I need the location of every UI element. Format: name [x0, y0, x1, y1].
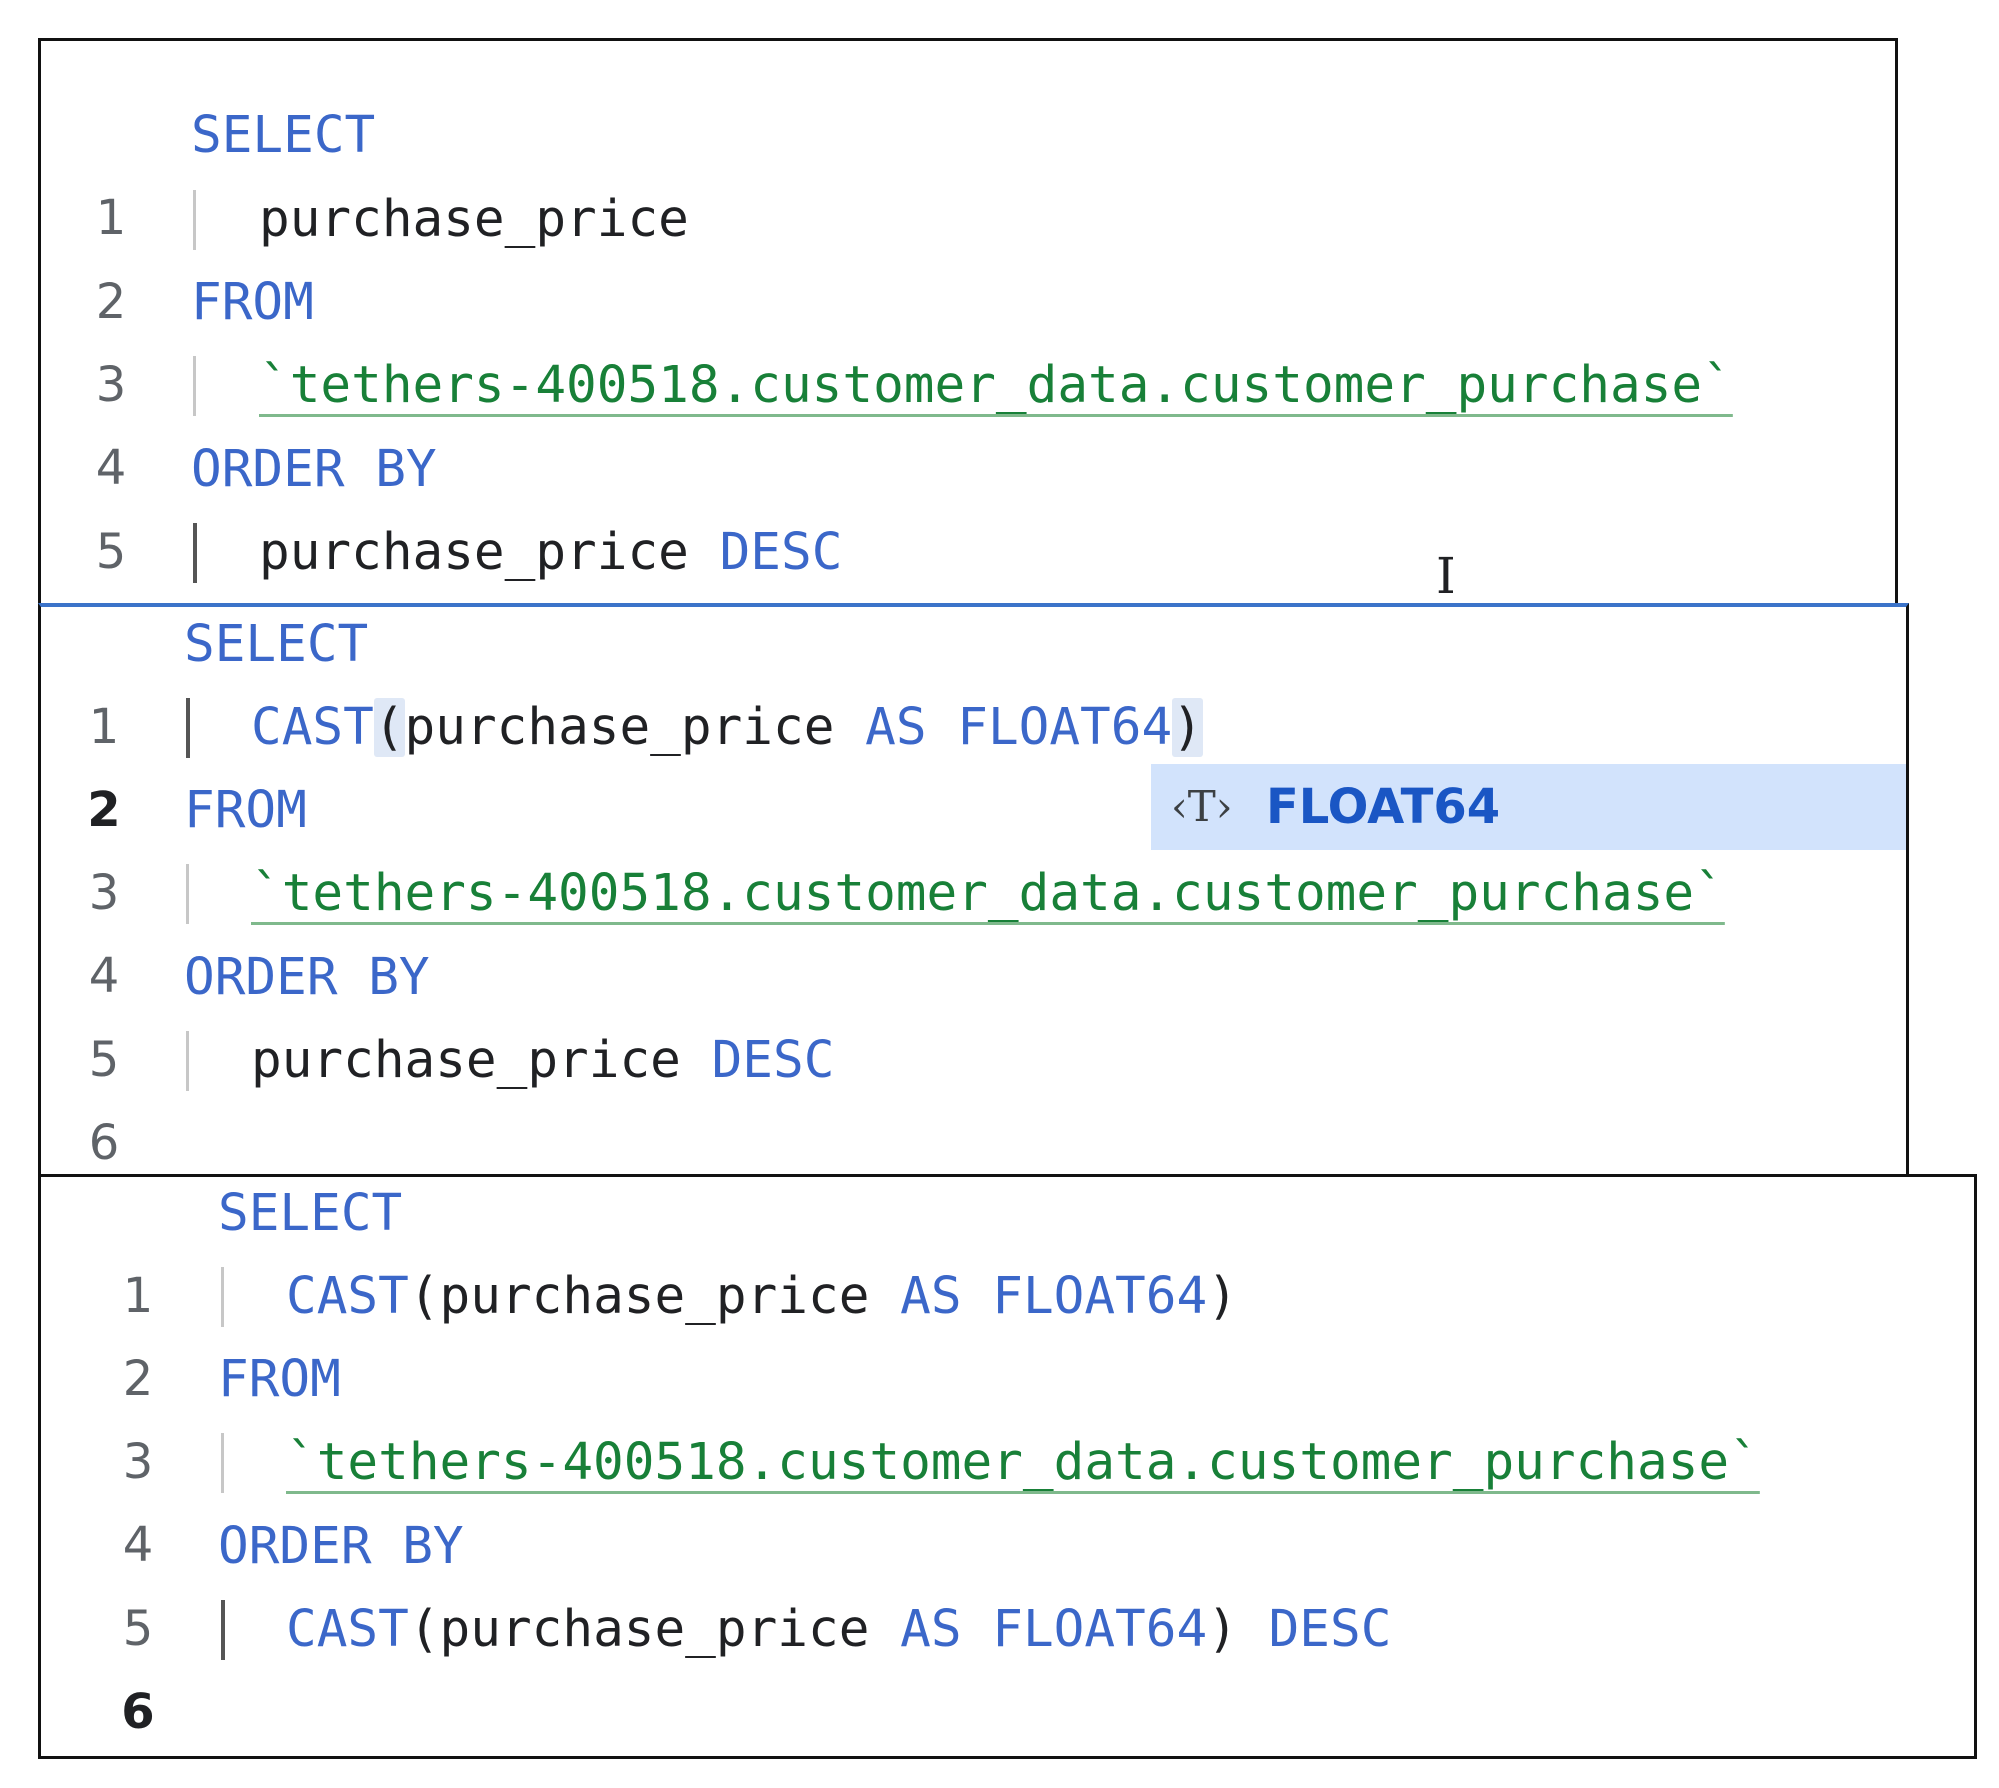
- column-identifier: purchase_price: [439, 1600, 901, 1659]
- close-paren: ): [1207, 1267, 1238, 1326]
- code-line-5[interactable]: 5 ORDER BY: [41, 428, 1895, 580]
- keyword-as-type: AS FLOAT64: [865, 698, 1173, 757]
- code-line-5[interactable]: 5 ORDER BY: [41, 1505, 1974, 1657]
- column-identifier: purchase_price: [259, 190, 689, 249]
- code-line-4[interactable]: 4 `tethers-400518.customer_data.customer…: [41, 852, 1906, 1004]
- code-line-3[interactable]: 3 FROM: [41, 1338, 1974, 1490]
- keyword-from: FROM: [184, 781, 307, 840]
- order-expression: CAST(purchase_price AS FLOAT64) DESC: [286, 1588, 1391, 1671]
- keyword-as-type: AS FLOAT64: [900, 1267, 1208, 1326]
- indent-guide: [221, 1600, 225, 1660]
- keyword-order-by: ORDER BY: [184, 948, 430, 1007]
- line-number: 6: [88, 1115, 120, 1171]
- open-paren: (: [408, 1267, 440, 1326]
- cast-expression: CAST(purchase_price AS FLOAT64): [251, 686, 1203, 769]
- keyword-select: SELECT: [191, 106, 376, 165]
- column-identifier: purchase_price: [404, 698, 866, 757]
- code-line-1[interactable]: 1 SELECT: [41, 1177, 1974, 1324]
- close-paren: ): [1207, 1600, 1238, 1659]
- table-reference-string: `tethers-400518.customer_data.customer_p…: [251, 864, 1725, 923]
- function-cast: CAST: [286, 1267, 409, 1326]
- code-line-3[interactable]: 3 FROM: [41, 261, 1895, 413]
- keyword-select: SELECT: [218, 1184, 403, 1243]
- code-line-6[interactable]: 6 CAST(purchase_price AS FLOAT64) DESC: [41, 1588, 1974, 1740]
- function-cast: CAST: [251, 698, 374, 757]
- line-number: 6: [121, 1684, 155, 1740]
- keyword-order-by: ORDER BY: [191, 440, 437, 499]
- indent-guide: [186, 864, 189, 924]
- open-paren: (: [408, 1600, 440, 1659]
- function-cast: CAST: [286, 1600, 409, 1659]
- keyword-from: FROM: [218, 1350, 341, 1409]
- code-line-2[interactable]: 2 CAST(purchase_price AS FLOAT64): [41, 686, 1906, 838]
- code-line-5[interactable]: 5 ORDER BY: [41, 936, 1906, 1088]
- indent-guide: [193, 190, 196, 250]
- indent-guide: [186, 698, 190, 758]
- code-line-4[interactable]: 4 `tethers-400518.customer_data.customer…: [41, 1421, 1974, 1573]
- keyword-desc: DESC: [688, 523, 843, 582]
- indent-guide: [221, 1267, 224, 1327]
- column-identifier: purchase_price: [439, 1267, 901, 1326]
- keyword-desc: DESC: [680, 1031, 835, 1090]
- indent-guide: [193, 356, 196, 416]
- type-icon: ‹T›: [1171, 782, 1233, 831]
- close-paren: ): [1172, 698, 1203, 757]
- code-line-1[interactable]: 1 SELECT: [41, 94, 1895, 246]
- open-paren: (: [373, 698, 405, 757]
- code-editor-panel-2[interactable]: 1 SELECT 2 CAST(purchase_price AS FLOAT6…: [38, 603, 1909, 1177]
- code-line-6[interactable]: 6 purchase_price DESC: [41, 511, 1895, 594]
- table-reference-string: `tethers-400518.customer_data.customer_p…: [259, 356, 1733, 415]
- keyword-order-by: ORDER BY: [218, 1517, 464, 1576]
- code-editor-panel-1[interactable]: 1 SELECT 2 purchase_price 3 FROM 4 `teth…: [38, 38, 1898, 606]
- indent-guide: [221, 1433, 224, 1493]
- order-expression: purchase_price DESC: [251, 1019, 834, 1102]
- indent-guide: [193, 523, 197, 583]
- autocomplete-suggestion[interactable]: ‹T› FLOAT64: [1151, 764, 1906, 850]
- indent-guide: [186, 1031, 189, 1091]
- column-identifier: purchase_price: [259, 523, 689, 582]
- code-editor-panel-3[interactable]: 1 SELECT 2 CAST(purchase_price AS FLOAT6…: [38, 1174, 1977, 1759]
- code-line-1[interactable]: 1 SELECT: [41, 607, 1906, 755]
- keyword-from: FROM: [191, 273, 314, 332]
- suggestion-label: FLOAT64: [1266, 779, 1501, 835]
- text-cursor-icon: I: [1436, 547, 1456, 605]
- code-line-2[interactable]: 2 CAST(purchase_price AS FLOAT64): [41, 1255, 1974, 1407]
- keyword-desc: DESC: [1237, 1600, 1392, 1659]
- code-line-4[interactable]: 4 `tethers-400518.customer_data.customer…: [41, 344, 1895, 496]
- code-line-2[interactable]: 2 purchase_price: [41, 178, 1895, 330]
- cast-expression: CAST(purchase_price AS FLOAT64): [286, 1255, 1238, 1338]
- order-expression: purchase_price DESC: [259, 511, 842, 594]
- keyword-as-type: AS FLOAT64: [900, 1600, 1208, 1659]
- column-identifier: purchase_price: [251, 1031, 681, 1090]
- code-line-6[interactable]: 6 purchase_price DESC: [41, 1019, 1906, 1171]
- table-reference-string: `tethers-400518.customer_data.customer_p…: [286, 1433, 1760, 1492]
- keyword-select: SELECT: [184, 615, 369, 674]
